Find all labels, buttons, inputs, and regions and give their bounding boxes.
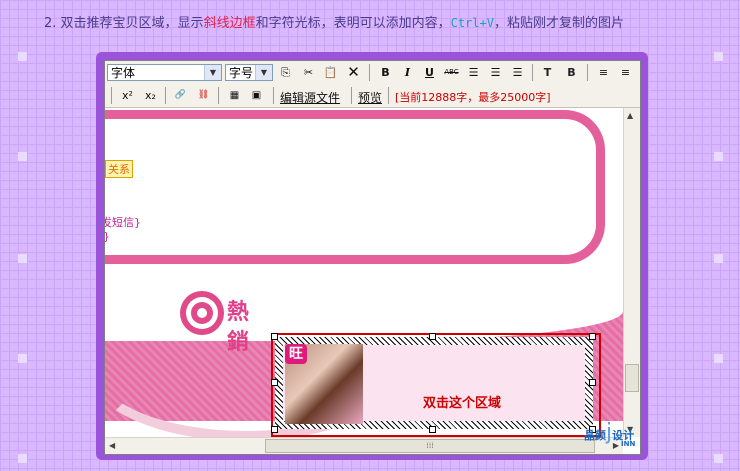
font-select-value: 字体 <box>111 66 136 80</box>
insert-table-icon[interactable]: ▦ <box>226 87 243 104</box>
scroll-left-icon[interactable]: ◀ <box>109 441 115 450</box>
hot-sale-text: 熱銷 <box>227 300 250 355</box>
bg-square <box>18 354 27 363</box>
text-color-icon[interactable]: T <box>539 64 556 81</box>
align-left-icon[interactable]: ☰ <box>465 64 482 81</box>
bg-square <box>714 354 723 363</box>
instruction-part1: 双击推荐宝贝区域，显示 <box>60 16 204 31</box>
toolbar-separator <box>388 87 389 104</box>
horizontal-scroll-thumb[interactable]: ⁞⁞⁞ <box>265 439 595 453</box>
toolbar-separator <box>165 87 166 104</box>
resize-handle[interactable] <box>271 333 278 340</box>
font-select[interactable]: 字体 ▼ <box>107 64 222 81</box>
toolbar-separator <box>218 87 219 104</box>
insert-image-icon[interactable]: ▣ <box>248 87 265 104</box>
toolbar-separator <box>369 64 370 81</box>
bg-square <box>18 454 27 463</box>
speech-bubble-frame <box>105 110 605 264</box>
brand-logo: 晶颜j设计 INN <box>584 420 636 448</box>
resize-handle[interactable] <box>589 379 596 386</box>
instruction-text: 2. 双击推荐宝贝区域，显示斜线边框和字符光标，表明可以添加内容，Ctrl+V，… <box>44 12 624 31</box>
resize-handle[interactable] <box>429 426 436 433</box>
cut-icon[interactable]: ✂ <box>300 64 317 81</box>
bold-button[interactable]: B <box>377 64 394 81</box>
vertical-scroll-thumb[interactable] <box>625 364 639 392</box>
instruction-shortcut: Ctrl+V <box>450 16 494 30</box>
align-right-icon[interactable]: ☰ <box>509 64 526 81</box>
align-center-icon[interactable]: ☰ <box>487 64 504 81</box>
subscript-button[interactable]: x₂ <box>142 87 159 104</box>
preview-button[interactable]: 预览 <box>358 89 382 106</box>
wang-badge: 旺 <box>285 344 307 364</box>
size-select-value: 字号 <box>229 66 254 80</box>
toolbar-separator <box>273 87 274 104</box>
resize-handle[interactable] <box>271 379 278 386</box>
toolbar-separator <box>351 87 352 104</box>
italic-button[interactable]: I <box>399 64 416 81</box>
background-color-icon[interactable]: B <box>563 64 580 81</box>
scroll-up-icon[interactable]: ▲ <box>627 111 633 120</box>
toolbar-separator <box>111 87 112 104</box>
toolbar-row-2: x² x₂ 🔗 ⛓ ▦ ▣ 编辑源文件 预览 [当前12888字，最多25000… <box>105 84 640 106</box>
rich-text-editor: 字体 ▼ 字号 ▼ ⎘ ✂ 📋 ✕ B I U ABC ☰ ☰ ☰ T B ≡ … <box>104 60 641 455</box>
bg-square <box>714 254 723 263</box>
chevron-down-icon: ▼ <box>204 65 221 80</box>
unordered-list-icon[interactable]: ≡ <box>617 64 634 81</box>
superscript-button[interactable]: x² <box>119 87 136 104</box>
remove-link-icon[interactable]: ⛓ <box>195 87 212 104</box>
edit-source-button[interactable]: 编辑源文件 <box>280 89 340 106</box>
paste-icon[interactable]: 📋 <box>322 64 339 81</box>
resize-handle[interactable] <box>589 333 596 340</box>
instruction-part2: 和字符光标，表明可以添加内容， <box>255 16 451 31</box>
bg-square <box>18 254 27 263</box>
bg-square <box>18 52 27 61</box>
resize-handle[interactable] <box>429 333 436 340</box>
double-click-area-label: 双击这个区域 <box>423 396 502 411</box>
instruction-part3: ，粘贴刚才复制的图片 <box>493 16 624 31</box>
char-count-status: [当前12888字，最多25000字] <box>395 91 551 104</box>
contact-tag: 关系 <box>105 160 133 178</box>
chevron-down-icon: ▼ <box>255 65 272 80</box>
vertical-scrollbar[interactable]: ▲ ▼ <box>623 108 640 437</box>
insert-link-icon[interactable]: 🔗 <box>172 87 189 104</box>
toolbar-separator <box>532 64 533 81</box>
strikethrough-button[interactable]: ABC <box>443 64 460 81</box>
bg-square <box>714 454 723 463</box>
delete-icon[interactable]: ✕ <box>345 64 362 81</box>
editor-content-area[interactable]: 关系 发短信} } 熱銷 旺 双击这个区域 <box>105 108 623 437</box>
bg-square <box>18 152 27 161</box>
target-circles-icon <box>180 291 224 335</box>
resize-handle[interactable] <box>271 426 278 433</box>
logo-inn: INN <box>621 440 636 448</box>
underline-button[interactable]: U <box>421 64 438 81</box>
logo-name: 晶颜 <box>584 429 606 442</box>
sms-link-text: 发短信} <box>105 216 141 229</box>
horizontal-scrollbar[interactable]: ◀ ⁞⁞⁞ ▶ <box>105 437 623 454</box>
ordered-list-icon[interactable]: ≡ <box>595 64 612 81</box>
bg-square <box>714 152 723 161</box>
editor-toolbar: 字体 ▼ 字号 ▼ ⎘ ✂ 📋 ✕ B I U ABC ☰ ☰ ☰ T B ≡ … <box>105 61 640 108</box>
instruction-number: 2. <box>44 16 57 31</box>
size-select[interactable]: 字号 ▼ <box>225 64 273 81</box>
toolbar-row-1: 字体 ▼ 字号 ▼ ⎘ ✂ 📋 ✕ B I U ABC ☰ ☰ ☰ T B ≡ … <box>105 61 640 83</box>
copy-icon[interactable]: ⎘ <box>277 64 294 81</box>
instruction-highlight: 斜线边框 <box>203 16 256 31</box>
link-text-fragment: } <box>105 230 110 243</box>
bg-square <box>714 52 723 61</box>
toolbar-separator <box>587 64 588 81</box>
